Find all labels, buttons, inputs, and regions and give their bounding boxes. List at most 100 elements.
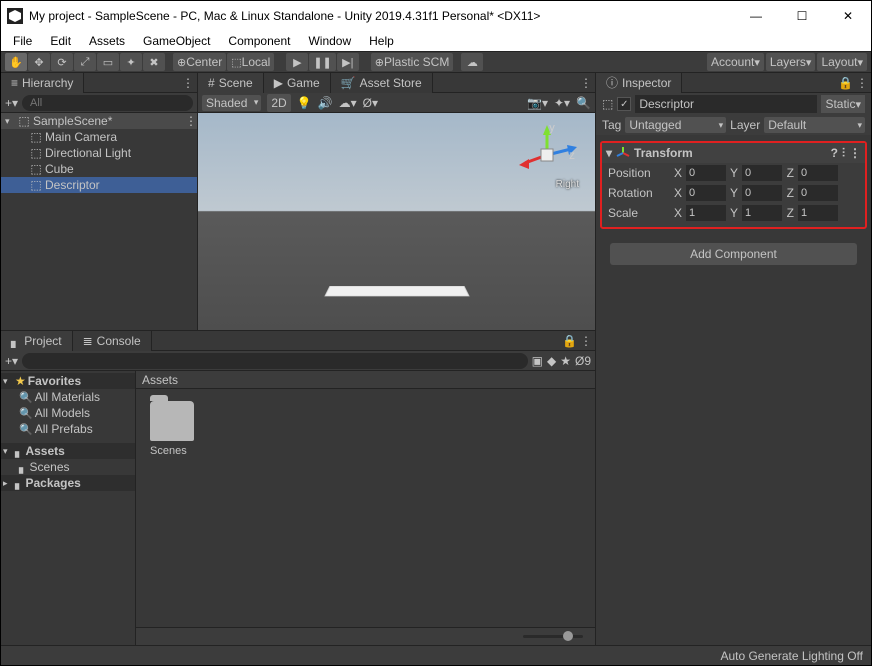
add-icon[interactable]: +▾	[5, 354, 18, 368]
preset-icon[interactable]: ⫶	[842, 146, 845, 161]
add-icon[interactable]: +▾	[5, 96, 18, 110]
rotate-tool-button[interactable]: ⟳	[51, 53, 73, 71]
tab-hierarchy[interactable]: ≡ Hierarchy	[1, 73, 84, 93]
custom-tool-button[interactable]: ✖	[143, 53, 165, 71]
scene-tab-menu-icon[interactable]: ⋮	[577, 76, 595, 90]
fx-toggle-icon[interactable]: ☁▾	[339, 96, 357, 110]
favorite-filter-icon[interactable]: ★	[560, 354, 571, 368]
help-icon[interactable]: ?	[831, 146, 838, 160]
fav-all-prefabs[interactable]: 🔍 All Prefabs	[1, 421, 135, 437]
hand-tool-button[interactable]: ✋	[5, 53, 27, 71]
layout-dropdown[interactable]: Layout ▾	[817, 53, 867, 71]
component-menu-icon[interactable]: ⋮	[849, 146, 861, 160]
filter-label-icon[interactable]: ◆	[547, 354, 556, 368]
scene-menu-icon[interactable]: ⋮	[185, 114, 197, 128]
scale-y-field[interactable]	[742, 205, 782, 221]
tab-console[interactable]: ≣Console	[73, 331, 152, 351]
project-search-input[interactable]	[22, 353, 528, 369]
tab-scene[interactable]: #Scene	[198, 73, 264, 93]
gizmos-toggle-icon[interactable]: ✦▾	[554, 96, 570, 110]
static-dropdown[interactable]: Static ▾	[821, 95, 865, 113]
maximize-button[interactable]: ☐	[779, 1, 825, 31]
menu-edit[interactable]: Edit	[42, 32, 79, 50]
assets-scenes[interactable]: ▖ Scenes	[1, 459, 135, 475]
thumbnail-size-slider[interactable]	[523, 635, 583, 638]
hidden-items-icon[interactable]: Ø9	[575, 354, 591, 368]
light-toggle-icon[interactable]: 💡	[297, 96, 312, 110]
tab-asset-store[interactable]: 🛒Asset Store	[331, 73, 433, 93]
menu-help[interactable]: Help	[361, 32, 402, 50]
tab-inspector[interactable]: ⓘInspector	[596, 73, 682, 93]
assets-header[interactable]: ▾▖ Assets	[1, 443, 135, 459]
move-tool-button[interactable]: ✥	[28, 53, 50, 71]
pause-button[interactable]: ❚❚	[309, 53, 335, 71]
tab-project[interactable]: ▖Project	[1, 331, 73, 351]
packages-header[interactable]: ▸▖ Packages	[1, 475, 135, 491]
expand-arrow-icon[interactable]: ▾	[5, 116, 15, 127]
transform-component: ▾ Transform ? ⫶ ⋮ Position X Y Z Rotatio…	[600, 141, 867, 229]
close-button[interactable]: ✕	[825, 1, 871, 31]
2d-toggle[interactable]: 2D	[267, 94, 290, 112]
folder-icon[interactable]	[150, 401, 194, 441]
layers-dropdown[interactable]: Layers ▾	[766, 53, 816, 71]
scene-viewport[interactable]: y z Right	[198, 113, 595, 330]
scene-root[interactable]: ▾ ⬚ SampleScene* ⋮	[1, 113, 197, 129]
orientation-gizmo[interactable]: y z	[517, 125, 577, 185]
tag-dropdown[interactable]: Untagged	[625, 117, 726, 133]
menu-component[interactable]: Component	[220, 32, 298, 50]
vcs-button[interactable]: ⊕Plastic SCM	[371, 53, 454, 71]
project-menu-icon[interactable]: ⋮	[577, 334, 595, 348]
hidden-toggle-icon[interactable]: Ø▾	[363, 96, 378, 110]
tab-game[interactable]: ▶Game	[264, 73, 331, 93]
inspector-menu-icon[interactable]: ⋮	[853, 76, 871, 90]
favorites-header[interactable]: ▾★ Favorites	[1, 373, 135, 389]
scale-x-field[interactable]	[686, 205, 726, 221]
hierarchy-menu-icon[interactable]: ⋮	[179, 76, 197, 90]
fav-all-models[interactable]: 🔍 All Models	[1, 405, 135, 421]
position-x-field[interactable]	[686, 165, 726, 181]
breadcrumb[interactable]: Assets	[136, 371, 595, 389]
audio-toggle-icon[interactable]: 🔊	[318, 96, 333, 110]
account-dropdown[interactable]: Account ▾	[707, 53, 764, 71]
active-checkbox[interactable]: ✓	[617, 97, 631, 111]
rotation-y-field[interactable]	[742, 185, 782, 201]
menu-file[interactable]: File	[5, 32, 40, 50]
transform-tool-button[interactable]: ✦	[120, 53, 142, 71]
hierarchy-item-cube[interactable]: ⬚Cube	[1, 161, 197, 177]
menu-assets[interactable]: Assets	[81, 32, 133, 50]
rect-tool-button[interactable]: ▭	[97, 53, 119, 71]
filter-type-icon[interactable]: ▣	[532, 354, 543, 368]
folder-label: Scenes	[150, 445, 595, 457]
hierarchy-item-directional-light[interactable]: ⬚Directional Light	[1, 145, 197, 161]
project-tree: ▾★ Favorites 🔍 All Materials 🔍 All Model…	[1, 371, 136, 645]
rotation-x-field[interactable]	[686, 185, 726, 201]
fav-all-materials[interactable]: 🔍 All Materials	[1, 389, 135, 405]
project-lock-icon[interactable]: 🔒	[562, 334, 577, 348]
store-icon: 🛒	[341, 76, 356, 90]
hierarchy-item-main-camera[interactable]: ⬚Main Camera	[1, 129, 197, 145]
foldout-arrow-icon[interactable]: ▾	[606, 146, 612, 160]
space-toggle[interactable]: ⬚Local	[227, 53, 274, 71]
hierarchy-search-input[interactable]	[22, 95, 193, 111]
pivot-toggle[interactable]: ⊕Center	[173, 53, 226, 71]
cloud-button[interactable]: ☁	[461, 53, 483, 71]
minimize-button[interactable]: ―	[733, 1, 779, 31]
position-z-field[interactable]	[798, 165, 838, 181]
camera-icon[interactable]: 📷▾	[527, 96, 548, 110]
shading-dropdown[interactable]: Shaded	[202, 95, 261, 111]
step-button[interactable]: ▶|	[337, 53, 359, 71]
layer-dropdown[interactable]: Default	[764, 117, 865, 133]
position-y-field[interactable]	[742, 165, 782, 181]
menu-gameobject[interactable]: GameObject	[135, 32, 218, 50]
scene-search-icon[interactable]: 🔍	[576, 96, 591, 110]
rotation-z-field[interactable]	[798, 185, 838, 201]
hierarchy-item-descriptor[interactable]: ⬚Descriptor	[1, 177, 197, 193]
scale-z-field[interactable]	[798, 205, 838, 221]
project-content-area[interactable]: Scenes	[136, 389, 595, 627]
add-component-button[interactable]: Add Component	[610, 243, 857, 265]
object-name-input[interactable]	[635, 95, 817, 113]
play-button[interactable]: ▶	[286, 53, 308, 71]
inspector-lock-icon[interactable]: 🔒	[838, 76, 853, 90]
menu-window[interactable]: Window	[300, 32, 359, 50]
scale-tool-button[interactable]: ⤢	[74, 53, 96, 71]
